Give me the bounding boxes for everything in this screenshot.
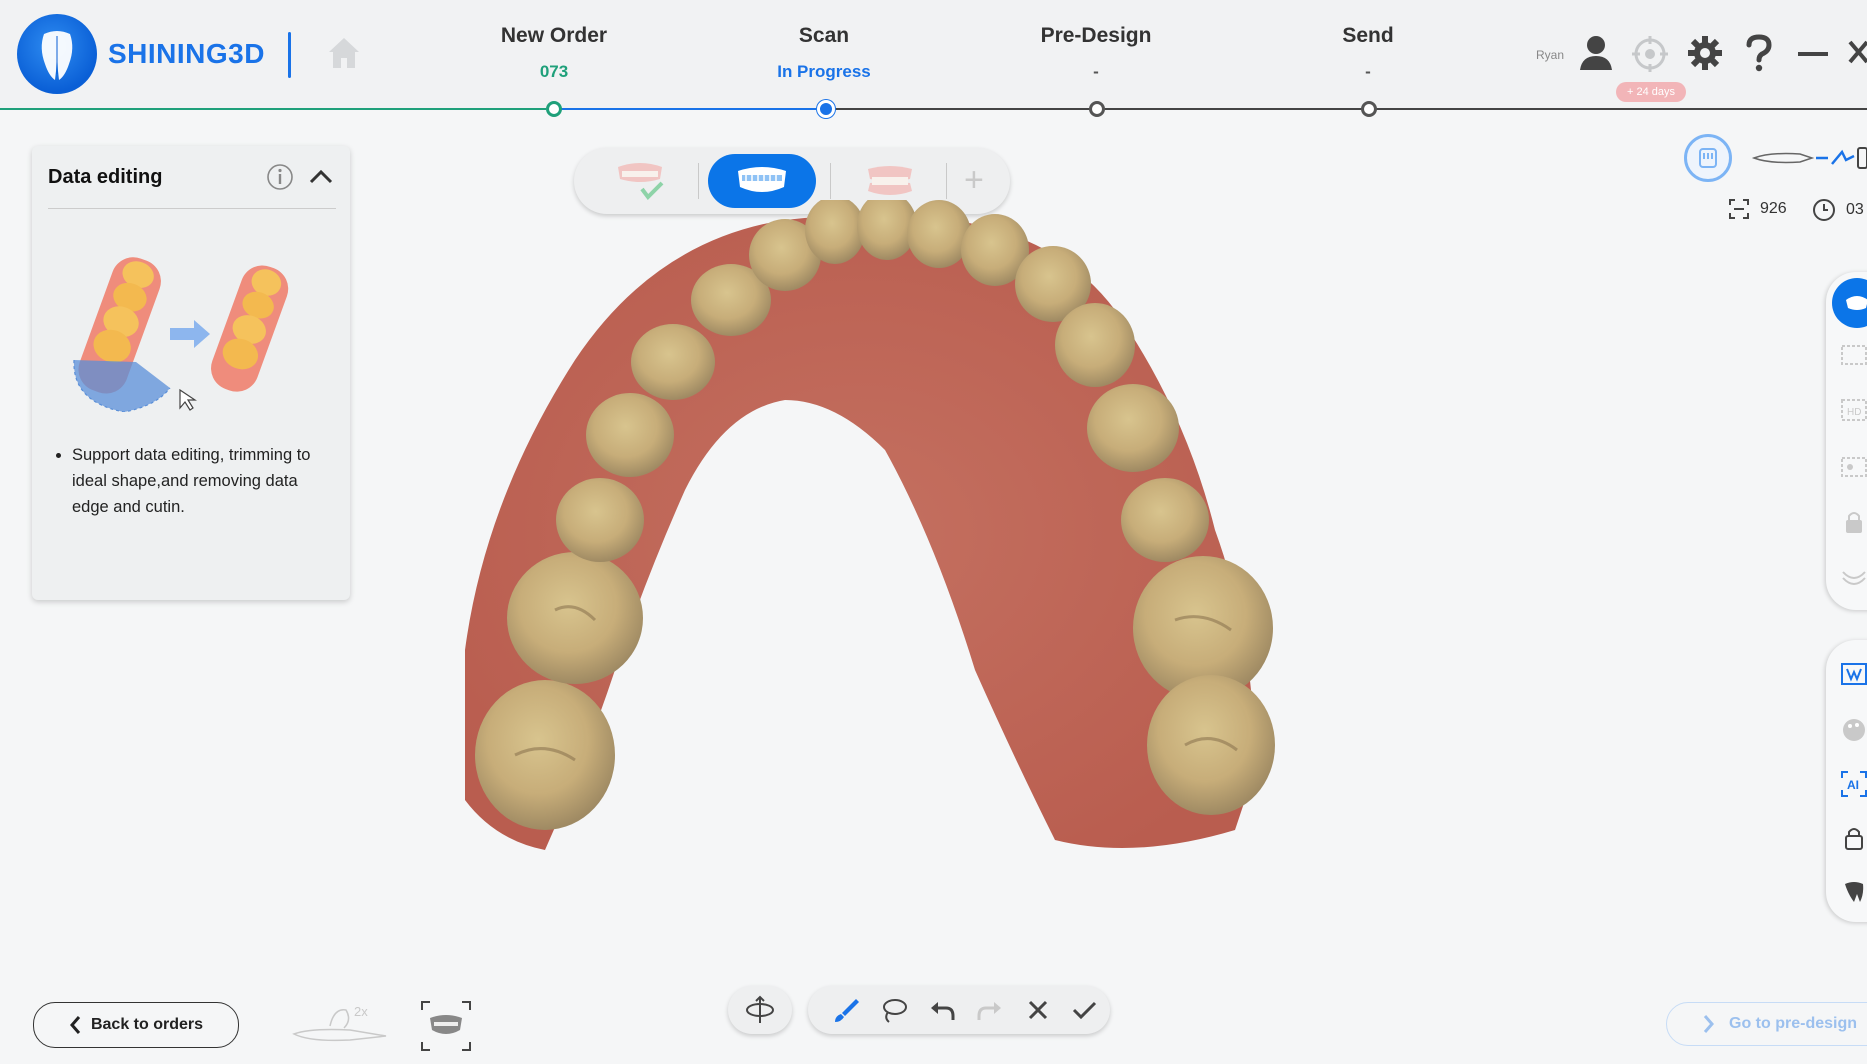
fit-view-icon[interactable]: [420, 1000, 472, 1057]
ai-icon[interactable]: AI: [1840, 770, 1867, 798]
back-to-orders-label: Back to orders: [90, 1016, 204, 1033]
model-lock-icon[interactable]: [1840, 824, 1867, 852]
brand-divider: [288, 32, 291, 78]
lower-jaw-3d-model[interactable]: [455, 192, 1385, 865]
license-days-badge: + 24 days: [1616, 82, 1686, 102]
step-node-scan: [817, 100, 835, 118]
step-node-new-order: [546, 101, 562, 117]
crosshair-icon[interactable]: [1630, 34, 1670, 79]
frame-count-icon: [1729, 199, 1749, 219]
chevron-left-icon: [69, 1016, 81, 1034]
panel-title: Data editing: [48, 166, 163, 188]
step-pre-design[interactable]: Pre-Design -: [996, 24, 1196, 82]
confirm-edit-icon[interactable]: [1070, 996, 1098, 1024]
shining3d-logo: [17, 14, 97, 94]
step-status: -: [1093, 62, 1099, 81]
chevron-right-icon: [1703, 1015, 1714, 1033]
step-status: In Progress: [777, 62, 871, 81]
progress-current: [560, 108, 816, 110]
back-to-orders-button[interactable]: Back to orders: [33, 1002, 239, 1048]
frame-count-value: 926: [1760, 200, 1787, 217]
chevron-up-icon[interactable]: [308, 166, 334, 193]
scan-time-value: 03: [1846, 201, 1864, 218]
redo-icon[interactable]: [976, 996, 1004, 1024]
scan-mode-indicator[interactable]: [1684, 134, 1732, 182]
cancel-edit-icon[interactable]: [1024, 996, 1052, 1024]
user-name: Ryan: [1536, 48, 1565, 62]
close-icon[interactable]: [1848, 34, 1867, 77]
minimize-icon[interactable]: [1796, 34, 1830, 77]
home-icon[interactable]: [325, 32, 363, 77]
info-icon[interactable]: [266, 163, 294, 196]
toolbar-divider: [698, 163, 699, 199]
tooth-magic-icon[interactable]: [1840, 878, 1867, 906]
feature-bullet: Support data editing, trimming to ideal …: [72, 442, 338, 520]
panel-divider: [48, 208, 336, 209]
brand-name: SHINING3D: [108, 38, 265, 69]
go-to-pre-design-label: Go to pre-design: [1729, 1015, 1857, 1032]
scan-tool-active[interactable]: [1832, 278, 1867, 328]
hd-icon[interactable]: HD: [1840, 396, 1867, 424]
rotate-view-button[interactable]: [728, 986, 792, 1034]
tray-icon[interactable]: [1840, 562, 1867, 590]
user-icon[interactable]: [1578, 34, 1614, 77]
clock-icon: [1813, 199, 1835, 221]
progress-pending: [832, 108, 1867, 110]
toolbar-divider: [830, 163, 831, 199]
speed-label: 2x: [354, 1004, 368, 1019]
right-tool-rail-bottom: AI: [1826, 640, 1867, 922]
frame-count: 926: [1728, 198, 1787, 220]
texture-toggle-icon[interactable]: [1840, 660, 1867, 688]
step-title: Send: [1342, 24, 1394, 47]
step-title: Pre-Design: [1040, 24, 1152, 47]
step-node-pre-design: [1089, 101, 1105, 117]
add-scan-icon[interactable]: +: [964, 162, 984, 198]
step-send[interactable]: Send -: [1268, 24, 1468, 82]
step-node-send: [1361, 101, 1377, 117]
undo-icon[interactable]: [928, 996, 956, 1024]
lasso-icon[interactable]: [880, 996, 908, 1024]
color-palette-icon[interactable]: [1840, 716, 1867, 744]
data-editing-illustration: [52, 242, 312, 417]
lock-icon[interactable]: [1840, 508, 1867, 536]
step-status: 073: [539, 62, 569, 81]
svg-text:AI: AI: [1847, 778, 1859, 792]
scanner-wand-icon: [1750, 144, 1867, 177]
edit-toolbar: [808, 986, 1110, 1034]
lock-region-icon[interactable]: [1840, 452, 1867, 480]
select-region-icon[interactable]: [1840, 340, 1867, 368]
step-title: New Order: [500, 24, 608, 47]
scan-time: 03: [1812, 198, 1864, 222]
gear-icon[interactable]: [1686, 34, 1724, 77]
top-header: SHINING3D New Order 073 Scan In Progress…: [0, 0, 1867, 118]
question-icon[interactable]: [1744, 34, 1774, 77]
step-scan[interactable]: Scan In Progress: [724, 24, 924, 82]
progress-done: [0, 108, 546, 110]
right-tool-rail-top: HD: [1826, 272, 1867, 610]
scanner-speed-icon[interactable]: 2x: [290, 996, 390, 1051]
toolbar-divider: [946, 163, 947, 199]
step-status: -: [1365, 62, 1371, 81]
data-editing-panel: Data editing • Support data editing, tri…: [32, 146, 350, 600]
step-new-order[interactable]: New Order 073: [454, 24, 654, 82]
panel-description: Support data editing, trimming to ideal …: [48, 442, 338, 520]
svg-text:HD: HD: [1847, 407, 1861, 418]
step-title: Scan: [798, 24, 850, 47]
go-to-pre-design-button[interactable]: Go to pre-design: [1666, 1002, 1867, 1046]
rotate-icon: [746, 995, 774, 1023]
brush-icon[interactable]: [832, 996, 860, 1024]
